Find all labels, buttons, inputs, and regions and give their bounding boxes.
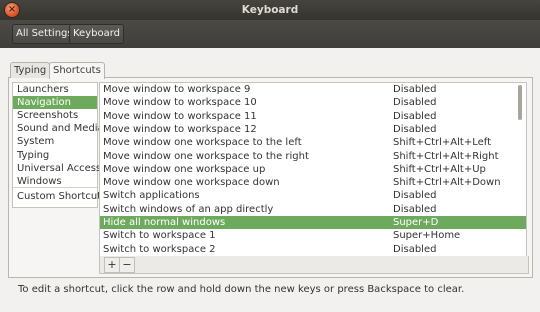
shortcut-accelerator: Shift+Ctrl+Alt+Down (393, 177, 501, 189)
shortcut-row[interactable]: Move window one workspace to the right Sh… (100, 150, 526, 163)
shortcut-action: Hide all normal windows (103, 217, 226, 228)
shortcut-row[interactable]: Switch to workspace 2 Disabled (100, 243, 526, 256)
shortcut-row[interactable]: Switch windows of an app directly Disable… (100, 203, 526, 216)
tab-typing[interactable]: Typing (10, 62, 51, 78)
shortcut-row[interactable]: Switch applications Disabled (100, 189, 526, 202)
keyboard-breadcrumb[interactable]: Keyboard (69, 24, 125, 44)
shortcut-row[interactable]: Hide all normal windows Super+D (100, 216, 526, 230)
shortcut-action: Move window to workspace 11 (103, 110, 257, 122)
shortcut-action: Move window one workspace to the left (103, 137, 302, 149)
category-item[interactable]: Typing (13, 149, 97, 162)
category-item[interactable]: Custom Shortcuts (13, 190, 106, 203)
category-item[interactable]: Sound and Media (13, 122, 104, 135)
shortcut-accelerator: Shift+Ctrl+Alt+Right (393, 150, 499, 162)
shortcut-accelerator: Shift+Ctrl+Alt+Up (393, 163, 486, 175)
shortcut-accelerator: Disabled (393, 190, 437, 202)
shortcut-action: Switch applications (103, 190, 200, 202)
shortcut-accelerator: Super+Home (393, 230, 461, 242)
toolbar: All Settings Keyboard (0, 20, 540, 48)
shortcut-row[interactable]: Move window one workspace to the left Shi… (100, 136, 526, 149)
list-toolbar (99, 256, 529, 274)
shortcut-accelerator: Disabled (393, 203, 437, 215)
keyboard-window: × Keyboard All Settings Keyboard Typing … (0, 0, 540, 312)
category-item[interactable]: System (13, 135, 97, 148)
category-list: Launchers Navigation Screenshots Sound and … (12, 82, 106, 208)
shortcut-row[interactable]: Move window to workspace 10 Disabled (100, 96, 526, 109)
category-divider (13, 187, 97, 188)
shortcut-row[interactable]: Move window one workspace up Shift+Ctrl+A… (100, 163, 526, 176)
shortcut-action: Switch to workspace 2 (103, 243, 216, 255)
shortcut-accelerator: Shift+Ctrl+Alt+Left (393, 137, 492, 149)
shortcut-action: Move window one workspace up (103, 163, 266, 175)
shortcut-accelerator: Disabled (393, 84, 437, 95)
shortcut-action: Move window one workspace to the right (103, 150, 309, 162)
shortcut-action: Move window to workspace 10 (103, 97, 257, 109)
shortcut-accelerator: Disabled (393, 123, 437, 135)
shortcut-row[interactable]: Switch to workspace 1 Super+Home (100, 229, 526, 242)
shortcut-row[interactable]: Move window to workspace 9 Disabled (100, 83, 526, 96)
all-settings-button[interactable]: All Settings (12, 24, 77, 44)
shortcut-accelerator: Disabled (393, 243, 437, 255)
category-item[interactable]: Universal Access (13, 162, 101, 175)
shortcut-action: Switch windows of an app directly (103, 203, 274, 215)
category-item[interactable]: Navigation (13, 96, 97, 109)
shortcut-action: Move window to workspace 9 (103, 84, 251, 95)
window-title: Keyboard (241, 4, 299, 16)
shortcut-row[interactable]: Move window to workspace 11 Disabled (100, 110, 526, 123)
shortcut-accelerator: Super+D (393, 217, 439, 228)
tab-shortcuts[interactable]: Shortcuts (49, 62, 105, 79)
category-item[interactable]: Launchers (13, 83, 97, 96)
shortcut-row[interactable]: Move window one workspace down Shift+Ctrl… (100, 176, 526, 189)
hint-text: To edit a shortcut, click the row and ho… (18, 284, 465, 295)
shortcut-action: Move window to workspace 12 (103, 123, 257, 135)
remove-shortcut-button[interactable]: − (119, 257, 135, 273)
shortcut-action: Move window one workspace down (103, 177, 280, 189)
title-bar: × Keyboard (0, 0, 540, 20)
shortcut-accelerator: Disabled (393, 97, 437, 109)
add-shortcut-button[interactable]: + (104, 257, 120, 273)
shortcut-action: Switch to workspace 1 (103, 230, 216, 242)
shortcut-row[interactable]: Move window to workspace 12 Disabled (100, 123, 526, 136)
scrollbar-thumb[interactable] (518, 85, 522, 120)
shortcut-accelerator: Disabled (393, 110, 437, 122)
category-item[interactable]: Screenshots (13, 109, 97, 122)
shortcut-list: Move window to workspace 9 Disabled Move w… (99, 82, 527, 258)
